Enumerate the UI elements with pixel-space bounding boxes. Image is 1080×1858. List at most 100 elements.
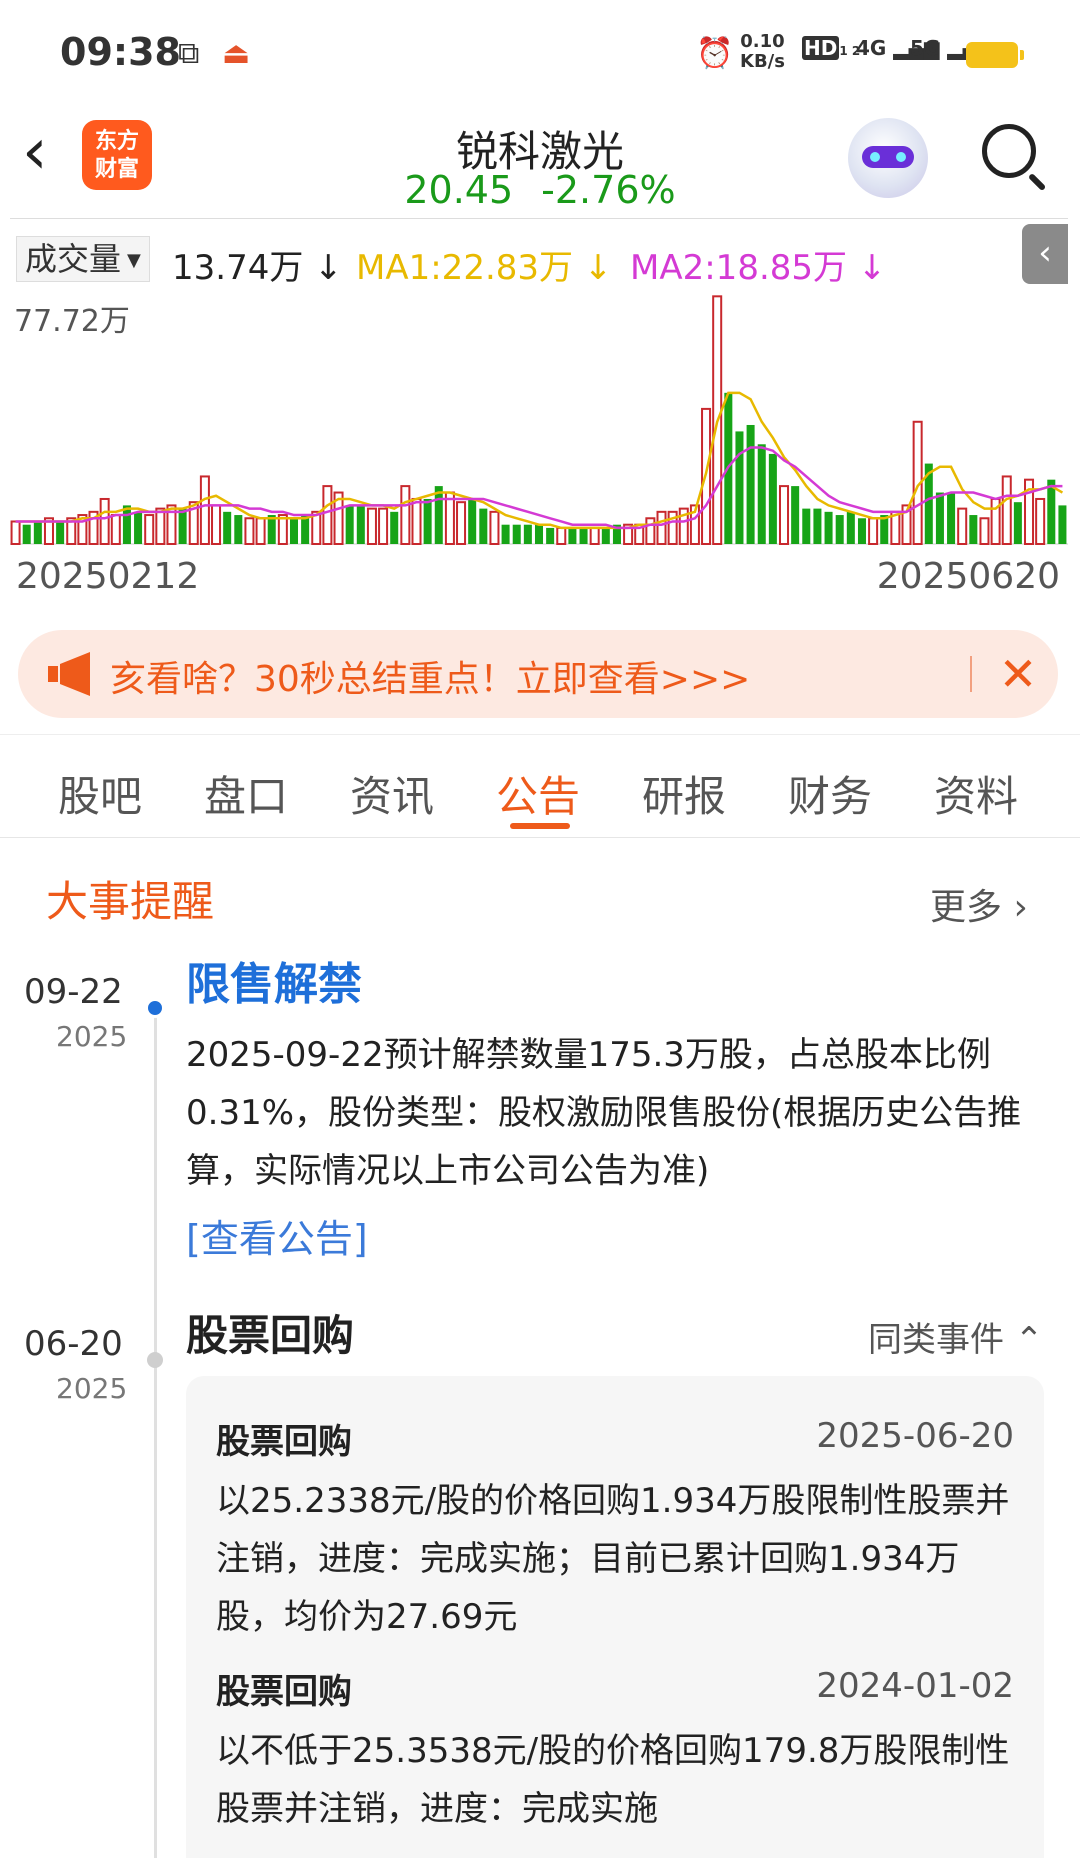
volume-bar: [969, 515, 978, 544]
stock-change: -2.76%: [541, 168, 676, 212]
ma1-value: MA1:22.83万 ↓: [356, 248, 613, 288]
volume-bar: [99, 497, 110, 545]
volume-bar: [768, 453, 777, 544]
timeline-dot-active: [145, 998, 165, 1018]
tab-bar: 股吧 盘口 资讯 公告 研报 财务 资料: [0, 734, 1080, 838]
volume-bar: [155, 507, 166, 545]
volume-bar: [1035, 497, 1046, 545]
volume-bar: [199, 475, 210, 545]
volume-bar: [935, 492, 944, 544]
volume-bar: [211, 504, 222, 545]
event1-year: 2025: [56, 1020, 128, 1053]
y-axis-max-label: 77.72万: [14, 304, 130, 339]
x-axis-end-label: 20250620: [876, 556, 1060, 597]
volume-bar: [757, 444, 766, 544]
volume-bar: [1013, 502, 1022, 544]
buyback-events-card: 股票回购 2025-06-20 以25.2338元/股的价格回购1.934万股限…: [186, 1376, 1044, 1858]
tab-announcements[interactable]: 公告: [496, 763, 580, 824]
volume-bar: [144, 514, 155, 546]
volume-bar: [501, 524, 510, 544]
timeline-line: [154, 1000, 157, 1858]
event1-body: 2025-09-22预计解禁数量175.3万股，占总股本比例0.31%，股份类型…: [186, 1035, 1022, 1191]
section-title: 大事提醒: [46, 877, 215, 926]
volume-bar: [110, 514, 121, 546]
volume-chart-svg: [10, 295, 1068, 546]
x-axis-start-label: 20250212: [16, 556, 200, 597]
volume-bar: [322, 485, 333, 546]
volume-bar: [589, 526, 600, 545]
buyback-item-date: 2025-06-20: [816, 1416, 1014, 1456]
search-icon: [982, 124, 1036, 178]
view-announcement-link[interactable]: [查看公告]: [186, 1208, 368, 1263]
network-speed: 0.10 KB/s: [740, 31, 785, 72]
volume-bar: [434, 486, 443, 544]
close-icon[interactable]: ✕: [990, 642, 1046, 706]
buyback-item-date: 2024-01-02: [816, 1666, 1014, 1706]
volume-bar: [846, 511, 855, 544]
volume-bar: [645, 517, 656, 546]
ai-summary-banner[interactable]: 亥看啥？30秒总结重点！立即查看>>> ✕: [18, 630, 1058, 718]
volume-bar: [802, 508, 811, 544]
volume-bar: [523, 524, 532, 544]
banner-separator: [970, 656, 972, 692]
caret-down-icon: ▼: [127, 250, 141, 271]
volume-bar: [656, 510, 667, 545]
collapse-panel-button[interactable]: ‹: [1022, 224, 1068, 284]
search-button[interactable]: [978, 120, 1048, 192]
volume-bar: [746, 424, 755, 544]
battery-icon: [966, 42, 1024, 68]
volume-bar: [868, 517, 879, 546]
tab-research[interactable]: 研报: [642, 763, 726, 824]
volume-bar: [122, 505, 131, 544]
volume-indicator-row: 成交量 ▼ 13.74万 ↓ MA1:22.83万 ↓ MA2:18.85万 ↓: [0, 226, 1080, 288]
volume-bar: [1058, 505, 1067, 544]
volume-bar: [791, 486, 800, 544]
volume-bar: [390, 511, 399, 544]
volume-bar: [33, 521, 42, 544]
volume-bar: [400, 485, 411, 546]
timeline-dot: [147, 1352, 163, 1368]
volume-chart[interactable]: [10, 286, 1068, 546]
stock-header: ‹ 东方 财富 锐科激光 20.45 -2.76%: [0, 108, 1080, 218]
volume-bar: [835, 515, 844, 544]
volume-bar: [178, 508, 187, 544]
tab-guba[interactable]: 股吧: [58, 763, 142, 824]
volume-value: 13.74万 ↓: [172, 248, 343, 288]
volume-bar: [378, 507, 389, 545]
volume-bar: [546, 527, 555, 544]
volume-bar: [735, 431, 744, 544]
event2-year: 2025: [56, 1372, 128, 1405]
volume-bar: [289, 518, 298, 544]
tab-profile[interactable]: 资料: [934, 763, 1018, 824]
volume-bar: [223, 511, 232, 544]
volume-bar: [979, 517, 990, 546]
event1-title: 限售解禁: [186, 959, 362, 1010]
volume-bar: [534, 524, 544, 544]
more-link[interactable]: 更多 ›: [930, 878, 1028, 930]
volume-bar: [568, 527, 577, 544]
same-type-events-toggle[interactable]: 同类事件 ⌃: [868, 1312, 1043, 1361]
active-tab-indicator: [510, 823, 570, 829]
volume-bar: [1001, 475, 1012, 545]
volume-bar: [947, 492, 956, 544]
event2-title: 股票回购: [186, 1311, 355, 1360]
volume-bar: [779, 485, 790, 546]
volume-bar: [444, 491, 455, 545]
volume-bar: [244, 517, 255, 546]
tab-news[interactable]: 资讯: [350, 763, 434, 824]
status-bar: 09:38 ⧉ ⏏ ⏰ 0.10 KB/s HD1 2 4G ▂▄▆ 5G ▂▄…: [0, 0, 1080, 108]
volume-bar: [857, 518, 866, 544]
ai-assistant-icon[interactable]: [848, 118, 928, 198]
buyback-item-title: 股票回购: [216, 1422, 352, 1462]
event2-date: 06-20: [24, 1324, 123, 1364]
volume-bar: [824, 511, 833, 544]
volume-bar: [1047, 479, 1056, 544]
volume-bar: [56, 521, 65, 544]
ma2-value: MA2:18.85万 ↓: [630, 248, 887, 288]
status-time: 09:38: [60, 30, 181, 74]
indicator-selector[interactable]: 成交量 ▼: [16, 236, 150, 282]
tab-finance[interactable]: 财务: [788, 763, 872, 824]
tab-pankou[interactable]: 盘口: [204, 763, 288, 824]
volume-bar: [356, 505, 365, 544]
banner-text: 亥看啥？30秒总结重点！立即查看>>>: [110, 659, 751, 700]
